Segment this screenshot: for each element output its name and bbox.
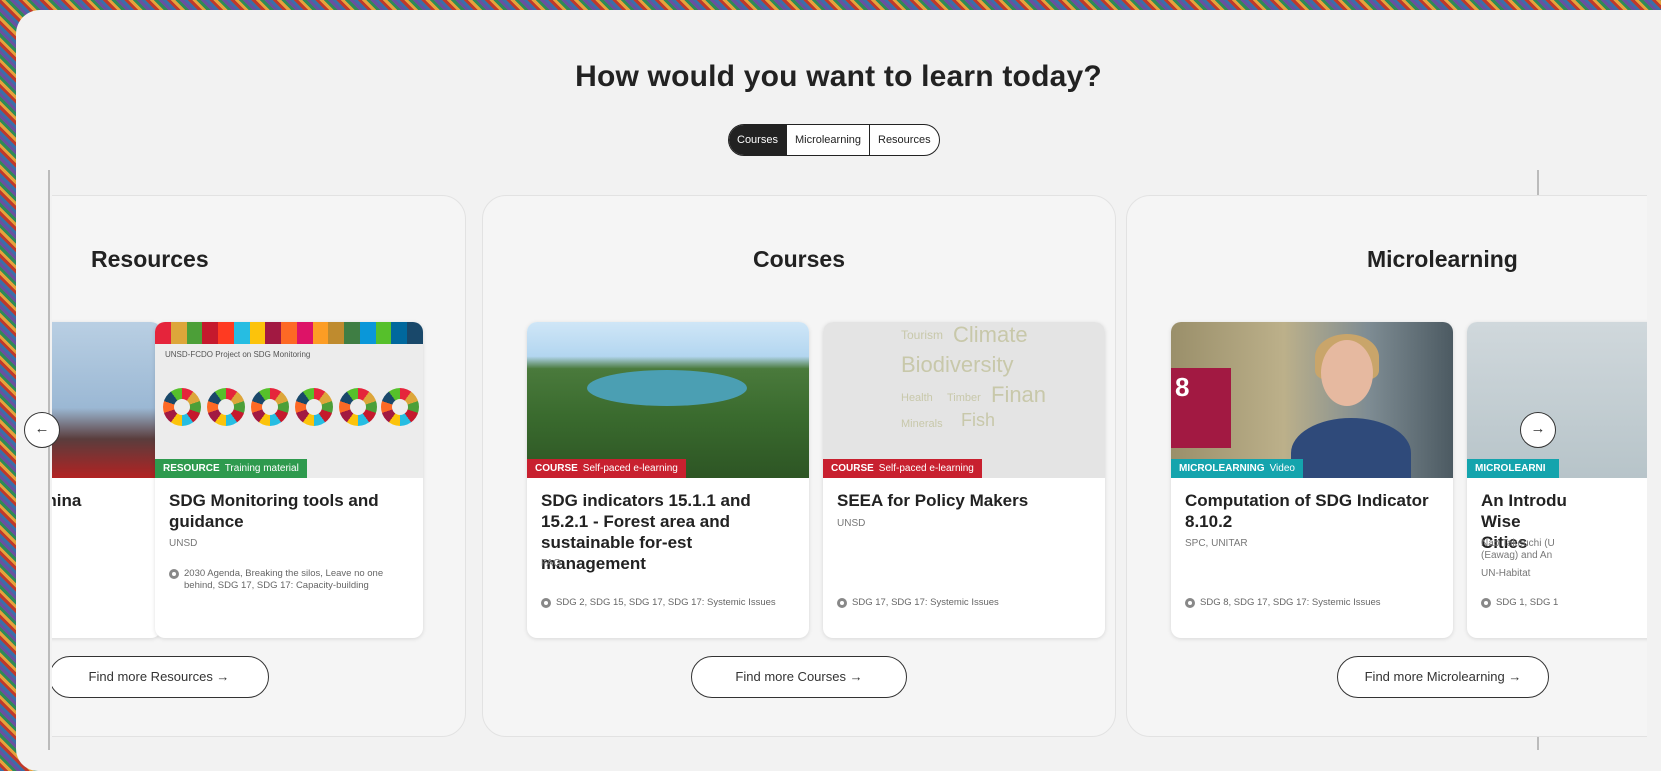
microlearning-card-wise-cities[interactable]: MICROLEARNI An Introdu Wise Cities Nao T…: [1467, 322, 1647, 638]
carousel-left-edge: [48, 170, 50, 750]
card-title: SDG Monitoring tools and guidance: [169, 491, 379, 531]
learning-type-tabs: Courses Microlearning Resources: [728, 124, 940, 156]
card-image: Tourism Climate Biodiversity Health Timb…: [823, 322, 1105, 478]
sdg-wheel-icon: [251, 388, 289, 426]
card-organization: SPC, UNITAR: [1185, 538, 1248, 549]
card-tags: SDG 2, SDG 15, SDG 17, SDG 17: Systemic …: [541, 597, 799, 609]
card-type-badge: COURSE Self-paced e-learning: [823, 459, 982, 478]
find-more-resources-button[interactable]: Find more Resources →: [52, 656, 269, 698]
card-organization: Nao Takeuchi (U (Eawag) and An: [1481, 538, 1555, 561]
group-courses: Courses COURSE Self-paced e-learning SDG …: [482, 195, 1116, 737]
sdg-wheel-icon: [207, 388, 245, 426]
tab-courses[interactable]: Courses: [729, 125, 787, 155]
find-more-microlearning-button[interactable]: Find more Microlearning →: [1337, 656, 1549, 698]
sdg-color-strip: [155, 322, 423, 344]
card-tags: SDG 17, SDG 17: Systemic Issues: [837, 597, 1095, 609]
target-icon: [541, 598, 551, 608]
card-image: MICROLEARNI: [1467, 322, 1647, 478]
card-type-badge: MICROLEARNI: [1467, 459, 1559, 478]
resource-card-sdg-monitoring[interactable]: UNSD-FCDO Project on SDG Monitoring RESO…: [155, 322, 423, 638]
sdg-8-icon: 8: [1171, 368, 1231, 448]
group-title-resources: Resources: [91, 246, 209, 272]
group-microlearning: Microlearning 8 MICROLEARNING Video Compu…: [1126, 195, 1647, 737]
card-organization: FAO: [541, 558, 562, 569]
carousel-prev-button[interactable]: ←: [24, 412, 60, 448]
card-organization-secondary: UN-Habitat: [1481, 568, 1531, 579]
card-image: COURSE Self-paced e-learning: [527, 322, 809, 478]
tab-resources[interactable]: Resources: [870, 125, 939, 155]
card-title: Computation of SDG Indicator 8.10.2: [1185, 491, 1429, 531]
arrow-left-icon: ←: [34, 420, 50, 437]
card-title: SDG indicators 15.1.1 and 15.2.1 - Fores…: [541, 491, 751, 573]
sdg-wheel-icon: [381, 388, 419, 426]
card-tags: 2030 Agenda, Breaking the silos, Leave n…: [169, 568, 413, 592]
course-card-forest[interactable]: COURSE Self-paced e-learning SDG indicato…: [527, 322, 809, 638]
presenter-image: [1291, 332, 1411, 478]
image-caption: UNSD-FCDO Project on SDG Monitoring: [165, 350, 311, 359]
card-title: SEEA for Policy Makers: [837, 491, 1029, 510]
target-icon: [1185, 598, 1195, 608]
card-organization: UNSD: [169, 538, 198, 549]
card-type-badge: COURSE Self-paced e-learning: [527, 459, 686, 478]
card-tags: SDG 8, SDG 17, SDG 17: Systemic Issues: [1185, 597, 1443, 609]
page-title: How would you want to learn today?: [575, 60, 1102, 93]
group-resources: Resources n China UNSD-FCDO Project on S…: [52, 195, 466, 737]
sdg-wheel-icon: [339, 388, 377, 426]
arrow-right-icon: →: [1530, 420, 1546, 437]
target-icon: [1481, 598, 1491, 608]
card-image: UNSD-FCDO Project on SDG Monitoring RESO…: [155, 322, 423, 478]
lake-shape: [587, 370, 747, 406]
card-organization: UNSD: [837, 518, 866, 529]
sdg-wheel-icon: [295, 388, 333, 426]
card-image: [52, 322, 161, 478]
tab-microlearning[interactable]: Microlearning: [787, 125, 870, 155]
card-type-badge: MICROLEARNING Video: [1171, 459, 1303, 478]
group-title-microlearning: Microlearning: [1367, 246, 1518, 272]
learning-panel: How would you want to learn today? Cours…: [16, 10, 1661, 771]
card-type-badge: RESOURCE Training material: [155, 459, 307, 478]
resource-card-china[interactable]: n China: [52, 322, 161, 638]
sdg-wheel-icon: [163, 388, 201, 426]
course-card-seea[interactable]: Tourism Climate Biodiversity Health Timb…: [823, 322, 1105, 638]
card-tags: SDG 1, SDG 1: [1481, 597, 1647, 609]
target-icon: [169, 569, 179, 579]
microlearning-card-sdg-8-10-2[interactable]: 8 MICROLEARNING Video Computation of SDG …: [1171, 322, 1453, 638]
find-more-courses-button[interactable]: Find more Courses →: [691, 656, 907, 698]
card-title: n China: [52, 491, 82, 510]
carousel-next-button[interactable]: →: [1520, 412, 1556, 448]
target-icon: [837, 598, 847, 608]
group-title-courses: Courses: [752, 246, 846, 272]
carousel-viewport[interactable]: Resources n China UNSD-FCDO Project on S…: [52, 170, 1647, 750]
card-image: 8 MICROLEARNING Video: [1171, 322, 1453, 478]
